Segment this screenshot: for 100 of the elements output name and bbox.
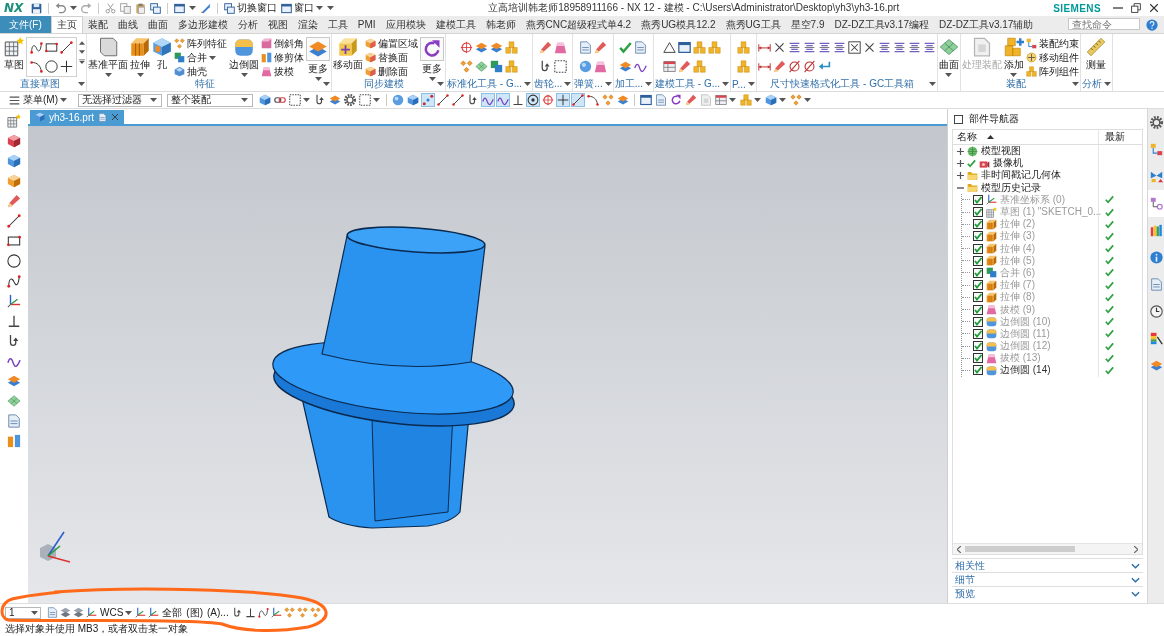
window-icon[interactable] (678, 41, 692, 54)
caret-icon[interactable] (437, 82, 444, 86)
dashed-square-icon[interactable] (358, 93, 372, 107)
ribbon-tab[interactable]: 曲面 (142, 16, 173, 33)
plus-icon[interactable] (60, 60, 73, 73)
checkbox-icon[interactable] (973, 328, 983, 339)
checkbox-icon[interactable] (973, 231, 983, 242)
caret-icon[interactable] (323, 82, 330, 86)
checkbox-icon[interactable] (973, 255, 983, 266)
ribbon-tab[interactable]: 建模工具 (430, 16, 481, 33)
ribbon-tab[interactable]: 视图 (262, 16, 293, 33)
cube-icon[interactable] (764, 93, 778, 107)
layers-icon[interactable] (475, 41, 488, 54)
caret-icon[interactable] (754, 98, 761, 102)
ribbon-tab[interactable]: 星空7.9 (785, 16, 830, 33)
stacked-lines-icon[interactable] (922, 41, 936, 54)
document-icon[interactable] (7, 414, 21, 428)
line-icon[interactable] (60, 41, 73, 54)
rectangle-icon[interactable] (7, 234, 21, 248)
layers-icon[interactable] (7, 374, 21, 388)
document-icon[interactable] (579, 41, 592, 54)
layers-icon[interactable] (73, 607, 84, 618)
caret-icon[interactable] (779, 98, 786, 102)
ribbon-tab[interactable]: 燕秀CNC超级程式单4.2 (520, 16, 637, 33)
layers-icon[interactable] (60, 607, 71, 618)
ribbon-button[interactable]: 测量 (1086, 37, 1107, 72)
ribbon-button[interactable]: 删除面 (365, 65, 418, 78)
caret-icon[interactable] (928, 82, 936, 86)
toolbar-button[interactable]: 全部 (161, 605, 184, 620)
tapered-block-icon[interactable] (553, 41, 567, 54)
panel-header[interactable]: 预览 (952, 586, 1143, 600)
toolbar-button[interactable]: 切换窗口 (224, 0, 278, 16)
pencil-icon[interactable] (772, 60, 786, 73)
cube-icon[interactable] (7, 134, 21, 148)
caret-icon[interactable] (747, 82, 755, 86)
line-icon[interactable] (7, 214, 21, 228)
axes-icon[interactable] (7, 294, 21, 308)
caret-icon[interactable] (804, 98, 811, 102)
layers-icon[interactable] (328, 93, 342, 107)
checkbox-icon[interactable] (973, 316, 983, 327)
wcs-button[interactable]: WCS (99, 607, 134, 618)
checkbox-icon[interactable] (973, 219, 983, 230)
tree-item[interactable]: 边倒圆 (14) (1000, 363, 1051, 378)
arc-icon[interactable] (586, 93, 600, 107)
toolbar-button[interactable]: 窗口 (281, 0, 324, 16)
ribbon-button[interactable]: 装配约束 (1025, 37, 1079, 50)
triangle-icon[interactable] (663, 41, 677, 54)
dashed-square-icon[interactable] (553, 60, 567, 73)
checkbox-icon[interactable] (973, 207, 983, 218)
search-field[interactable]: 查找命令 (1068, 18, 1140, 30)
stacked-lines-icon[interactable] (787, 41, 801, 54)
line-icon[interactable] (436, 93, 450, 107)
ribbon-tab[interactable]: DZ-DZ工具v3.17编程 (829, 16, 934, 33)
ribbon-button[interactable]: 曲面 (938, 37, 959, 77)
caret-icon[interactable] (1103, 82, 1111, 86)
column-header[interactable]: 最新 (1105, 130, 1125, 144)
menu-button[interactable]: 菜单(M) (8, 93, 69, 107)
hook-icon[interactable] (7, 334, 21, 348)
ribbon-button[interactable]: 合并 (174, 51, 227, 64)
caret-icon[interactable] (604, 82, 612, 86)
scroll-right-icon[interactable] (1134, 545, 1138, 553)
sphere-icon[interactable] (391, 93, 405, 107)
rectangle-icon[interactable] (45, 41, 58, 54)
perpendicular-icon[interactable] (7, 314, 21, 328)
ribbon-button[interactable]: 移动面 (333, 37, 363, 72)
horizontal-scrollbar[interactable] (953, 543, 1142, 554)
perpendicular-icon[interactable] (244, 607, 256, 618)
table-icon[interactable] (663, 60, 677, 73)
copy-icon[interactable] (120, 2, 132, 14)
file-menu-tab[interactable]: 文件(F) (0, 16, 51, 33)
undo-icon[interactable] (55, 2, 67, 14)
ribbon-button[interactable]: 拔模 (261, 65, 304, 78)
line-icon[interactable] (451, 93, 465, 107)
caret-icon[interactable] (78, 82, 85, 86)
spline-icon[interactable] (257, 607, 269, 618)
spline-icon[interactable] (30, 41, 43, 54)
caret-icon[interactable] (564, 82, 572, 86)
layers-icon[interactable] (619, 60, 633, 73)
checkbox-icon[interactable] (973, 280, 983, 291)
slashed-circle-icon[interactable] (802, 60, 816, 73)
circular-arrow-icon[interactable] (669, 93, 683, 107)
ribbon-button[interactable]: 阵列特征 (174, 37, 227, 50)
ribbon-tab[interactable]: 装配 (82, 16, 113, 33)
ribbon-button[interactable]: 移动组件 (1025, 51, 1079, 64)
checkbox-icon[interactable] (973, 292, 983, 303)
ribbon-tab[interactable]: 燕秀UG工具 (720, 16, 786, 33)
expand-icon[interactable] (957, 171, 964, 179)
ribbon-tab[interactable]: DZ-DZ工具v3.17辅助 (933, 16, 1039, 33)
pencil-icon[interactable] (594, 41, 607, 54)
line-icon[interactable] (571, 93, 585, 107)
check-icon[interactable] (619, 41, 633, 54)
crosshair-icon[interactable] (460, 41, 473, 54)
caret-up-icon[interactable] (79, 41, 85, 45)
ribbon-button[interactable]: 更多 (306, 37, 330, 81)
toolbar-button[interactable]: (A)... (206, 607, 230, 618)
restore-icon[interactable] (1131, 3, 1141, 13)
resource-tab[interactable] (1148, 190, 1164, 217)
overlapping-squares-icon[interactable] (490, 60, 503, 73)
gear-icon[interactable] (343, 93, 357, 107)
ribbon-button[interactable]: 添加 (1003, 37, 1024, 77)
